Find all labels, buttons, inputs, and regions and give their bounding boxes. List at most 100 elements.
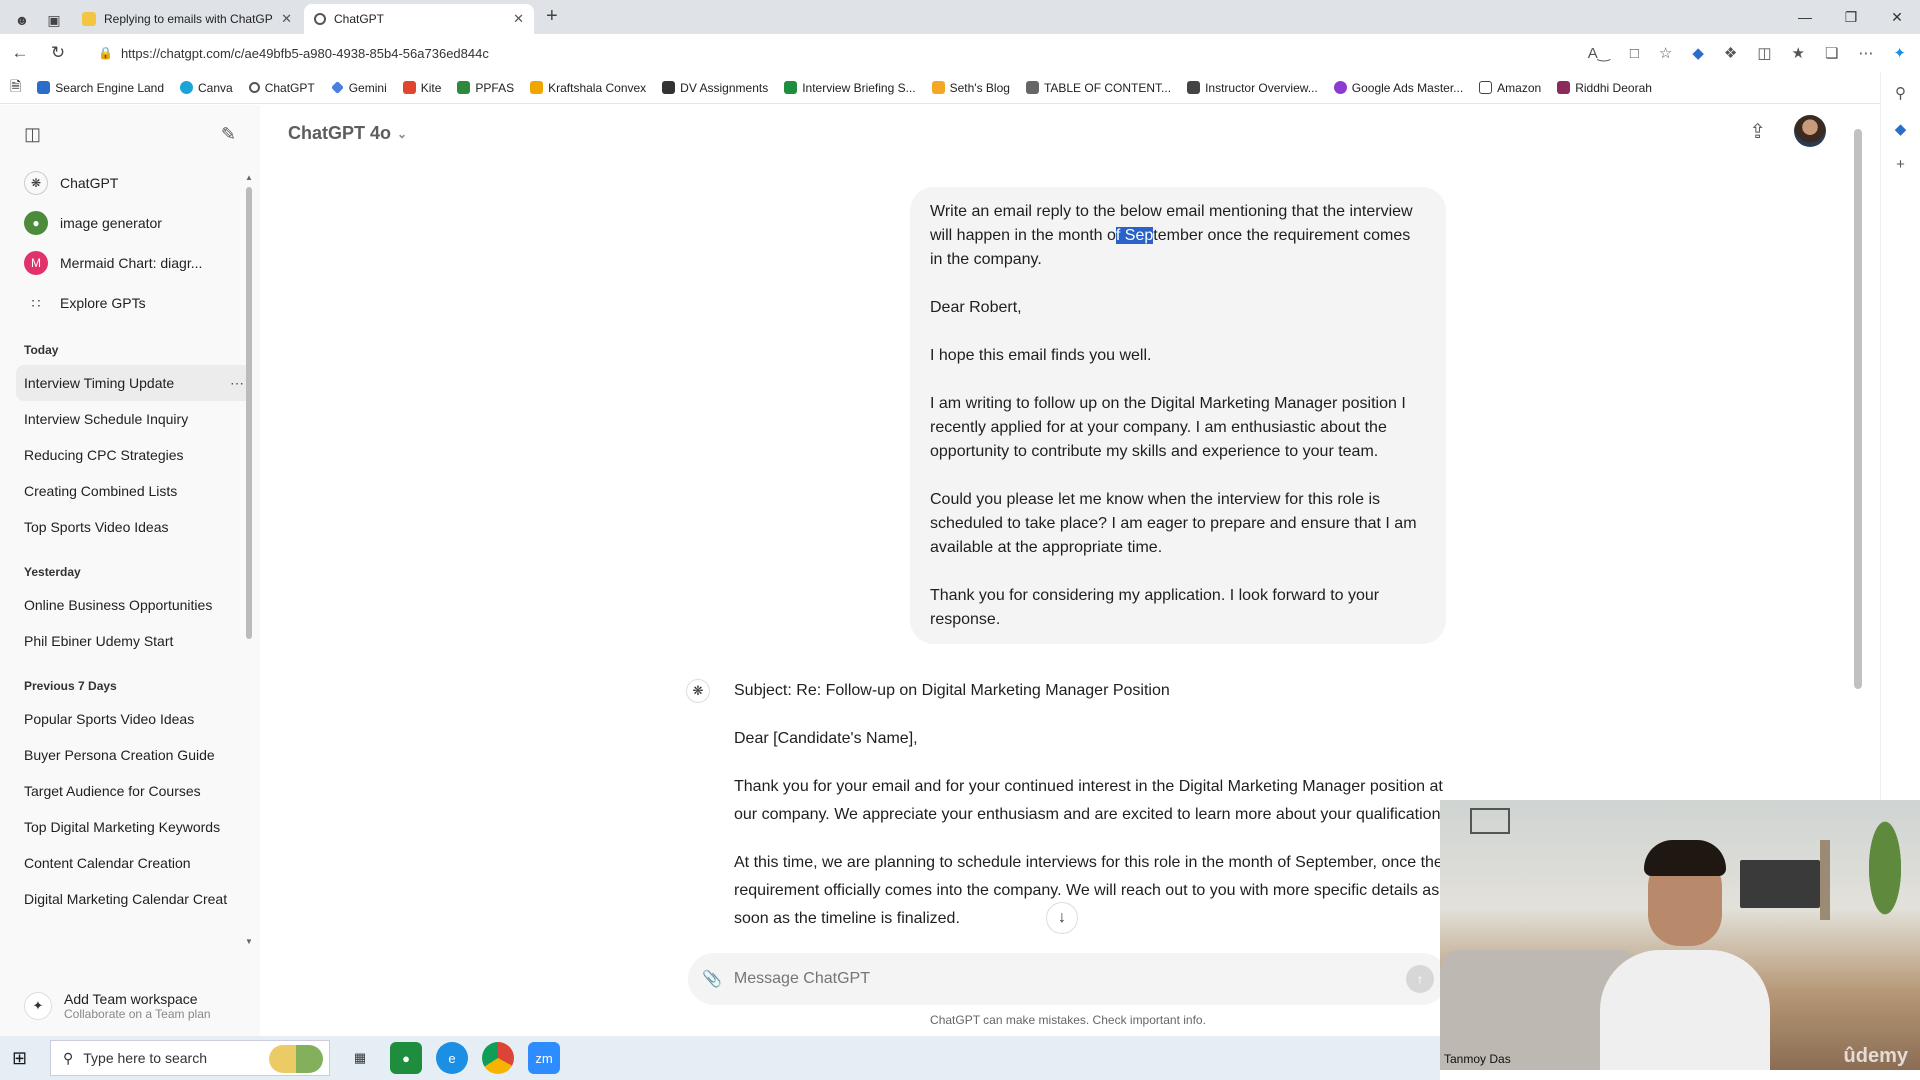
extensions-puzzle-icon[interactable]: ❖ [1724, 44, 1737, 62]
more-options-icon[interactable]: ⋯ [1858, 44, 1873, 62]
bookmark-item[interactable]: TABLE OF CONTENT... [1025, 81, 1171, 95]
share-icon[interactable]: ⇪ [1749, 119, 1766, 144]
new-chat-icon[interactable]: ✎ [221, 124, 236, 145]
refresh-icon[interactable]: ↻ [48, 43, 68, 63]
bookmark-favicon-icon [1025, 81, 1039, 94]
room-window [1470, 808, 1510, 834]
user-message: Write an email reply to the below email … [910, 187, 1446, 644]
gpt-item-label: image generator [60, 215, 162, 231]
sidebar-search-icon[interactable]: ⚲ [1895, 84, 1906, 102]
more-options-icon[interactable]: ⋯ [230, 365, 244, 401]
read-aloud-icon[interactable]: A‿ [1588, 44, 1610, 62]
sidebar-add-icon[interactable]: + [1896, 156, 1905, 173]
zoom-app-icon[interactable]: zm [528, 1042, 560, 1074]
history-item-label: Interview Timing Update [24, 375, 175, 391]
history-item[interactable]: Creating Combined Lists [16, 473, 252, 509]
scrollbar-thumb[interactable] [1854, 129, 1862, 689]
bookmark-favicon-icon [180, 81, 194, 94]
sidebar-scrollbar[interactable]: ▲ ▼ [245, 165, 253, 946]
scrollbar-thumb[interactable] [246, 187, 252, 639]
bookmark-favicon-icon [784, 81, 798, 94]
restore-icon[interactable]: ❐ [1828, 0, 1874, 34]
history-item[interactable]: Online Business Opportunities [16, 587, 252, 623]
history-item[interactable]: Phil Ebiner Udemy Start [16, 623, 252, 659]
gpt-item-chatgpt[interactable]: ❋ ChatGPT [0, 163, 260, 203]
presenter-name: Tanmoy Das [1444, 1052, 1511, 1066]
bookmark-label: Gemini [348, 80, 387, 95]
bookmark-item[interactable]: Canva [180, 81, 233, 95]
history-item[interactable]: Digital Marketing Calendar Creat [16, 881, 252, 917]
disclaimer: ChatGPT can make mistakes. Check importa… [930, 1013, 1206, 1027]
minimize-icon[interactable]: — [1782, 0, 1828, 34]
browser-tab-1[interactable]: ChatGPT ✕ [304, 4, 534, 34]
edge-browser-icon[interactable]: e [436, 1042, 468, 1074]
tab-close-icon[interactable]: ✕ [281, 11, 292, 27]
history-item[interactable]: Buyer Persona Creation Guide [16, 737, 252, 773]
profile-icon[interactable]: ☻ [14, 12, 30, 28]
plant [1860, 820, 1910, 940]
browser-tab-0[interactable]: Replying to emails with ChatGPT ✕ [72, 4, 302, 34]
split-screen-icon[interactable]: ◫ [1757, 44, 1771, 62]
send-button[interactable]: ↑ [1406, 965, 1434, 993]
tab-close-icon[interactable]: ✕ [513, 11, 524, 27]
bookmark-item[interactable]: PPFAS [457, 81, 514, 95]
attach-icon[interactable]: 📎 [702, 969, 722, 989]
add-team-workspace[interactable]: ✦ Add Team workspace Collaborate on a Te… [0, 976, 260, 1036]
scroll-down-icon[interactable]: ▼ [245, 937, 253, 946]
history-item[interactable]: Interview Schedule Inquiry [16, 401, 252, 437]
address-bar[interactable]: 🔒 https://chatgpt.com/c/ae49bfb5-a980-49… [86, 38, 1570, 68]
collections-icon[interactable]: ❏ [1825, 44, 1838, 62]
history-item[interactable]: Interview Timing Update ⋯ [16, 365, 252, 401]
history-item[interactable]: Content Calendar Creation [16, 845, 252, 881]
bookmark-item[interactable]: Instructor Overview... [1187, 81, 1318, 95]
bookmark-item[interactable]: DV Assignments [662, 81, 768, 95]
reading-list-icon[interactable]: 🗎 [10, 76, 21, 100]
favorites-icon[interactable]: ★ [1792, 44, 1805, 62]
bookmark-favicon-icon [662, 81, 676, 94]
extension-icon[interactable]: ◆ [1692, 44, 1704, 62]
reply-subject: Subject: Re: Follow-up on Digital Market… [734, 682, 1170, 699]
bookmark-item[interactable]: Kite [402, 81, 441, 95]
tab-actions-icon[interactable]: ▣ [46, 12, 62, 28]
message-input[interactable] [733, 970, 1394, 988]
bookmark-item[interactable]: Search Engine Land [37, 81, 164, 95]
lock-icon[interactable]: 🔒 [98, 46, 113, 60]
task-view-icon[interactable]: ▦ [344, 1042, 376, 1074]
scroll-to-bottom-button[interactable]: ↓ [1046, 902, 1078, 934]
bookmark-item[interactable]: Google Ads Master... [1333, 81, 1463, 95]
gpt-item-image-generator[interactable]: ● image generator [0, 203, 260, 243]
chat-app-icon[interactable]: ● [390, 1042, 422, 1074]
back-icon[interactable]: ← [10, 43, 30, 63]
bookmark-item[interactable]: Amazon [1479, 81, 1541, 95]
bookmark-item[interactable]: Kraftshala Convex [530, 81, 646, 95]
chrome-browser-icon[interactable] [482, 1042, 514, 1074]
model-selector[interactable]: ChatGPT 4o ⌄ [288, 123, 407, 144]
avatar[interactable] [1794, 115, 1826, 147]
main-scrollbar[interactable] [1854, 115, 1862, 715]
new-tab-button[interactable]: + [536, 5, 568, 34]
scroll-up-icon[interactable]: ▲ [245, 173, 253, 182]
history-item[interactable]: Target Audience for Courses [16, 773, 252, 809]
close-window-icon[interactable]: ✕ [1874, 0, 1920, 34]
bookmark-item[interactable]: ChatGPT [248, 81, 315, 95]
history-item[interactable]: Top Sports Video Ideas [16, 509, 252, 545]
sidebar-shopping-icon[interactable]: ◆ [1895, 120, 1907, 138]
bookmark-item[interactable]: Gemini [330, 80, 387, 95]
gpt-item-mermaid[interactable]: M Mermaid Chart: diagr... [0, 243, 260, 283]
history-item[interactable]: Popular Sports Video Ideas [16, 701, 252, 737]
bookmark-item[interactable]: Seth's Blog [931, 81, 1010, 95]
bookmark-item[interactable]: Riddhi Deorah [1557, 81, 1652, 95]
toggle-sidebar-icon[interactable]: ◫ [24, 124, 41, 145]
favorite-star-icon[interactable]: ☆ [1659, 44, 1672, 62]
history-item[interactable]: Top Digital Marketing Keywords [16, 809, 252, 845]
bookmark-label: Amazon [1497, 80, 1542, 95]
copilot-icon[interactable]: ✦ [1893, 44, 1906, 62]
windows-start-icon[interactable]: ⊞ [12, 1048, 36, 1069]
app-available-icon[interactable]: □ [1630, 45, 1639, 62]
taskbar-search[interactable]: ⚲ Type here to search [50, 1040, 330, 1076]
bookmark-item[interactable]: Interview Briefing S... [784, 81, 916, 95]
gpt-item-explore[interactable]: ∷ Explore GPTs [0, 283, 260, 323]
bookmark-label: Search Engine Land [55, 80, 165, 95]
mermaid-icon: M [24, 251, 48, 275]
history-item[interactable]: Reducing CPC Strategies [16, 437, 252, 473]
